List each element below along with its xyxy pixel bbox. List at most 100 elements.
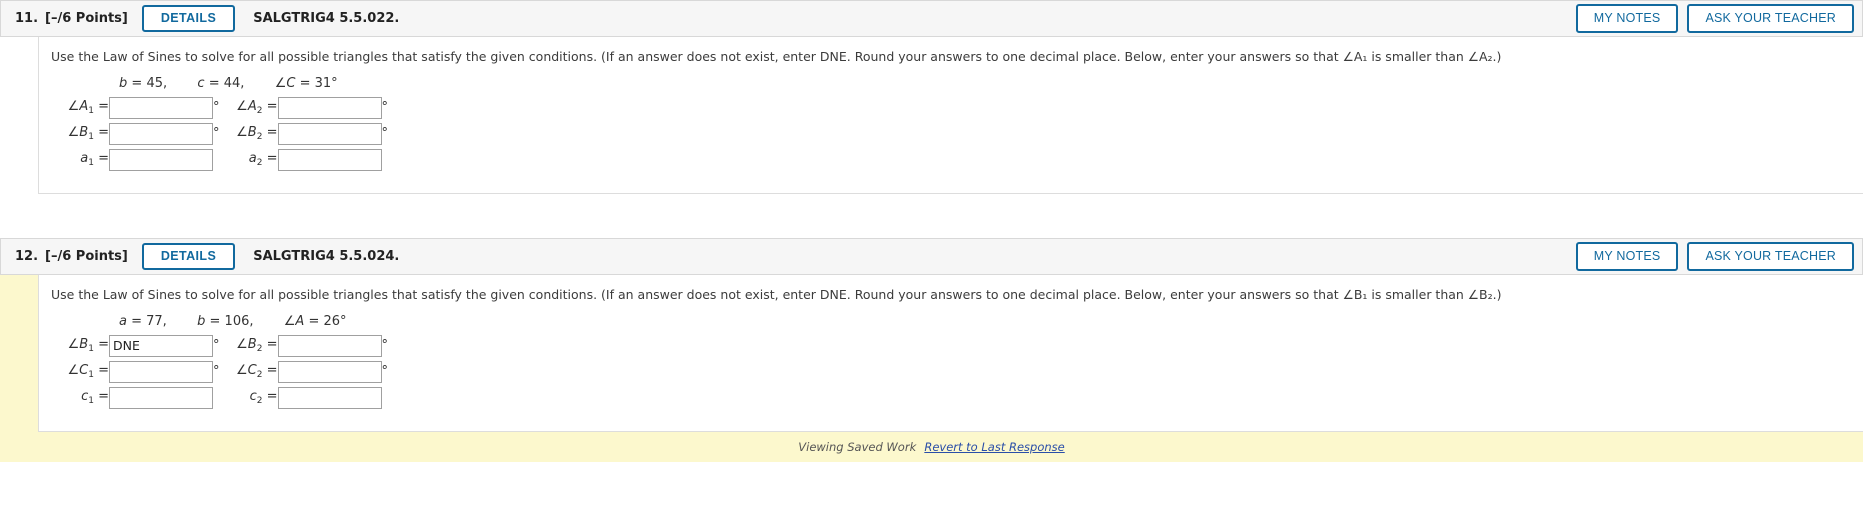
label-sub: 1 xyxy=(88,396,94,407)
instruction-text: Use the Law of Sines to solve for all po… xyxy=(51,49,1502,64)
answer-input[interactable] xyxy=(109,360,213,383)
answer-input[interactable] xyxy=(109,386,213,409)
label-sub: 2 xyxy=(256,106,263,117)
problem-11: 11. [–/6 Points] DETAILS SALGTRIG4 5.5.0… xyxy=(0,0,1863,194)
degree-symbol-right: ° xyxy=(381,364,389,380)
answer-label-left: ∠A1 = xyxy=(67,99,109,117)
problem-points: [–/6 Points] xyxy=(45,248,128,264)
problem-code: SALGTRIG4 5.5.024. xyxy=(253,248,400,264)
revert-to-last-response-link[interactable]: Revert to Last Response xyxy=(924,440,1064,454)
answer-label-right: c2 = xyxy=(249,389,278,407)
ask-your-teacher-button[interactable]: ASK YOUR TEACHER xyxy=(1687,241,1854,272)
given-value-3: 31° xyxy=(314,75,338,91)
degree-symbol-right: ° xyxy=(381,100,389,116)
answer-cell-left xyxy=(109,148,213,175)
label-var: a xyxy=(248,151,257,167)
answer-grid: ∠A1 = ° ∠A2 = ° ∠B1 = ° ∠B2 = ° a1 = a2 … xyxy=(51,96,389,175)
given-conditions: a = 77, b = 106, ∠A = 26° xyxy=(119,314,1863,329)
given-conditions: b = 45, c = 44, ∠C = 31° xyxy=(119,76,1863,91)
my-notes-button[interactable]: MY NOTES xyxy=(1575,241,1679,272)
label-sub: 1 xyxy=(88,370,94,381)
problem-points: [–/6 Points] xyxy=(45,11,128,26)
answer-input[interactable] xyxy=(109,334,213,357)
answer-input[interactable] xyxy=(109,148,213,171)
given-var-3: ∠A xyxy=(283,313,305,329)
viewing-saved-work-label: Viewing Saved Work xyxy=(798,439,917,454)
answer-label-left: ∠B1 = xyxy=(67,125,109,143)
answer-label-right: ∠B2 = xyxy=(236,337,278,355)
answer-cell-left xyxy=(109,122,213,149)
given-value-1: 77, xyxy=(146,313,167,329)
details-button[interactable]: DETAILS xyxy=(141,242,236,271)
answer-row: ∠C1 = ° ∠C2 = ° xyxy=(51,360,389,387)
answer-label-right: a2 = xyxy=(248,151,278,169)
answer-row: ∠B1 = ° ∠B2 = ° xyxy=(51,122,389,149)
degree-symbol-right xyxy=(382,149,389,175)
given-var-3: ∠C xyxy=(274,75,296,91)
answer-input[interactable] xyxy=(277,148,382,171)
answer-label-right: ∠B2 = xyxy=(236,125,278,143)
label-var: ∠A xyxy=(67,99,89,115)
problem-number: 12. xyxy=(15,248,39,264)
answer-cell-right xyxy=(277,334,382,361)
given-value-2: 44, xyxy=(223,75,245,91)
problem-number: 11. xyxy=(15,11,39,26)
degree-symbol-right xyxy=(382,387,389,413)
assignment-page: 11. [–/6 Points] DETAILS SALGTRIG4 5.5.0… xyxy=(0,0,1863,462)
answer-label-left: a1 = xyxy=(80,151,109,169)
label-sub: 2 xyxy=(256,370,263,381)
ask-your-teacher-button[interactable]: ASK YOUR TEACHER xyxy=(1687,3,1854,34)
answer-row: ∠A1 = ° ∠A2 = ° xyxy=(51,96,389,123)
degree-symbol-right: ° xyxy=(381,338,389,354)
equals-1: = xyxy=(131,313,147,329)
given-var-1: b xyxy=(119,75,128,91)
answer-input[interactable] xyxy=(109,96,213,119)
answer-input[interactable] xyxy=(277,122,382,145)
answer-cell-left xyxy=(109,96,213,123)
label-sub: 2 xyxy=(256,132,263,143)
answer-cell-right xyxy=(277,148,382,175)
answer-input[interactable] xyxy=(109,122,213,145)
equals-2: = xyxy=(209,313,225,329)
answer-input[interactable] xyxy=(277,360,382,383)
label-var: ∠A xyxy=(236,99,257,115)
problem-content: Use the Law of Sines to solve for all po… xyxy=(38,274,1863,432)
answer-label-left: ∠B1 = xyxy=(67,337,109,355)
answer-row: c1 = c2 = xyxy=(51,386,389,413)
given-var-2: b xyxy=(197,313,206,329)
status-accent-bar xyxy=(0,274,38,432)
answer-input[interactable] xyxy=(277,96,382,119)
label-sub: 2 xyxy=(256,344,263,355)
label-sub: 1 xyxy=(88,106,94,117)
answer-cell-right xyxy=(277,96,382,123)
given-value-3: 26° xyxy=(323,313,347,329)
problem-header: 12. [–/6 Points] DETAILS SALGTRIG4 5.5.0… xyxy=(0,237,1863,275)
label-var: ∠B xyxy=(236,337,257,353)
label-var: ∠B xyxy=(67,337,89,353)
answer-input[interactable] xyxy=(277,334,382,357)
label-sub: 2 xyxy=(256,396,263,407)
label-var: ∠C xyxy=(67,363,89,379)
details-button[interactable]: DETAILS xyxy=(141,4,236,33)
problem-body: Use the Law of Sines to solve for all po… xyxy=(0,274,1863,432)
saved-work-footer: Viewing Saved Work Revert to Last Respon… xyxy=(0,431,1863,462)
label-sub: 1 xyxy=(88,132,94,143)
answer-cell-right xyxy=(277,360,382,387)
given-var-1: a xyxy=(119,313,127,329)
answer-cell-left xyxy=(109,334,213,361)
label-sub: 1 xyxy=(88,158,94,169)
label-var: ∠B xyxy=(67,125,89,141)
status-accent-bar xyxy=(0,37,38,194)
answer-grid: ∠B1 = ° ∠B2 = ° ∠C1 = ° ∠C2 = ° xyxy=(51,334,389,413)
given-value-2: 106, xyxy=(224,313,254,329)
answer-label-right: ∠C2 = xyxy=(236,363,278,381)
equals-2: = xyxy=(208,75,224,91)
given-var-2: c xyxy=(197,75,205,91)
answer-cell-right xyxy=(277,122,382,149)
my-notes-button[interactable]: MY NOTES xyxy=(1575,3,1679,34)
answer-label-left: ∠C1 = xyxy=(67,363,110,381)
degree-symbol-right: ° xyxy=(381,126,389,142)
answer-cell-right xyxy=(277,386,382,413)
answer-label-left: c1 = xyxy=(81,389,109,407)
answer-input[interactable] xyxy=(277,386,382,409)
